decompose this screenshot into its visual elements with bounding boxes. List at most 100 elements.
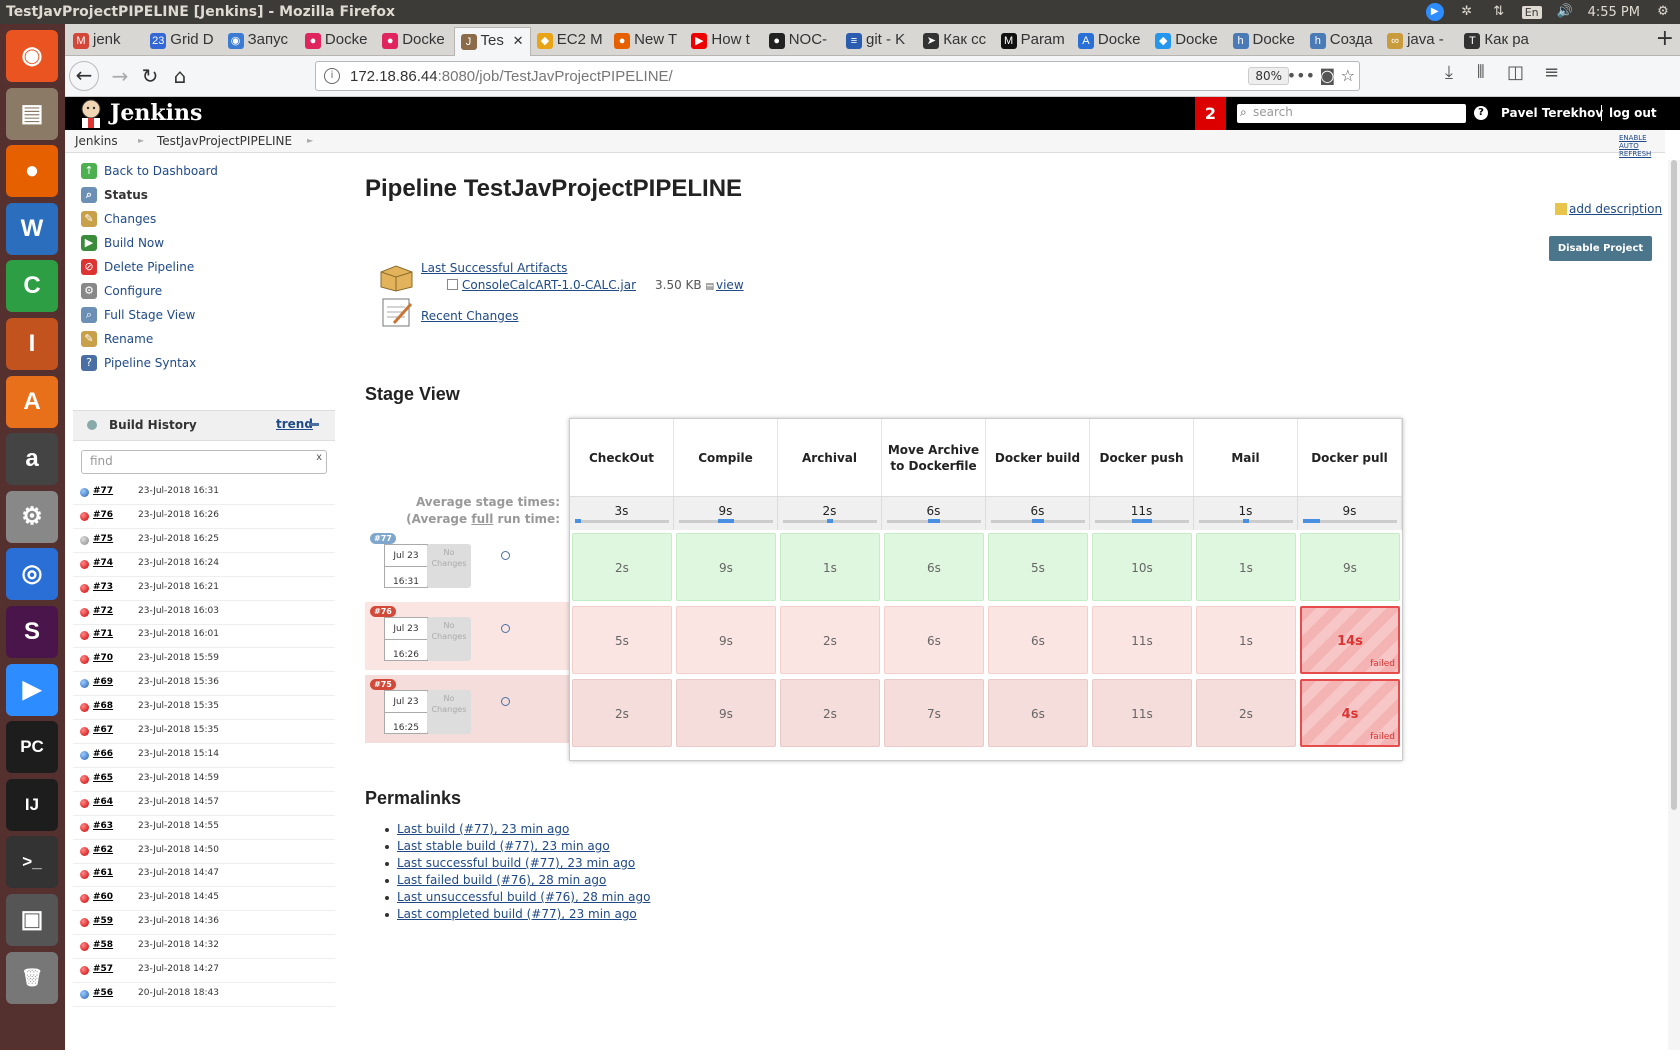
volume-icon[interactable]: 🔊 bbox=[1556, 3, 1574, 21]
build-number-link[interactable]: #68 bbox=[93, 701, 113, 711]
build-date-link[interactable]: 20-Jul-2018 18:43 bbox=[138, 988, 219, 998]
build-number-link[interactable]: #61 bbox=[93, 868, 113, 878]
breadcrumb-arrow-icon[interactable]: ► bbox=[307, 136, 313, 145]
stage-cell[interactable]: 6s bbox=[988, 679, 1088, 747]
build-number-link[interactable]: #77 bbox=[93, 486, 113, 496]
stage-cell[interactable]: 1s bbox=[780, 533, 880, 601]
build-badge[interactable]: #75 bbox=[370, 679, 396, 690]
software-center-icon[interactable]: A bbox=[6, 375, 58, 428]
build-date-link[interactable]: 23-Jul-2018 15:35 bbox=[138, 701, 219, 711]
zoom-level-indicator[interactable]: 80% bbox=[1248, 67, 1289, 85]
permalink-item[interactable]: Last build (#77), 23 min ago bbox=[385, 822, 650, 839]
ubuntu-dash-icon[interactable]: ◉ bbox=[6, 30, 58, 82]
disable-project-button[interactable]: Disable Project bbox=[1549, 236, 1652, 261]
build-number-link[interactable]: #62 bbox=[93, 845, 113, 855]
files-icon[interactable]: ▤ bbox=[6, 87, 58, 140]
url-text[interactable]: 172.18.86.44:8080/job/TestJavProjectPIPE… bbox=[350, 68, 673, 85]
terminal-icon[interactable]: >_ bbox=[6, 836, 58, 889]
breadcrumb-jenkins[interactable]: Jenkins bbox=[75, 134, 118, 148]
jenkins-brand[interactable]: Jenkins bbox=[110, 100, 202, 126]
browser-tab[interactable]: A Docke bbox=[1072, 27, 1149, 56]
new-tab-plus-icon[interactable]: + bbox=[1656, 26, 1674, 51]
hamburger-menu-icon[interactable]: ≡ bbox=[1544, 62, 1559, 83]
build-number-link[interactable]: #67 bbox=[93, 725, 113, 735]
build-history-row[interactable]: #56 20-Jul-2018 18:43 bbox=[73, 983, 335, 1007]
recent-changes-link[interactable]: Recent Changes bbox=[421, 309, 518, 323]
build-date-link[interactable]: 23-Jul-2018 14:57 bbox=[138, 797, 219, 807]
build-history-row[interactable]: #57 23-Jul-2018 14:27 bbox=[73, 959, 335, 983]
build-date-link[interactable]: 23-Jul-2018 16:25 bbox=[138, 534, 219, 544]
build-history-row[interactable]: #61 23-Jul-2018 14:47 bbox=[73, 863, 335, 888]
build-date-link[interactable]: 23-Jul-2018 16:26 bbox=[138, 510, 219, 520]
build-number-link[interactable]: #75 bbox=[93, 534, 113, 544]
build-number-link[interactable]: #76 bbox=[93, 510, 113, 520]
firefox-icon[interactable]: ● bbox=[6, 145, 58, 198]
browser-tab[interactable]: ◉ Запус bbox=[222, 27, 299, 56]
build-date-box[interactable]: Jul 23 16:26 bbox=[384, 617, 428, 661]
build-badge[interactable]: #76 bbox=[370, 606, 396, 617]
stage-cell[interactable]: 2s bbox=[780, 606, 880, 674]
calc-icon[interactable]: C bbox=[6, 260, 58, 313]
stage-cell[interactable]: 10s bbox=[1092, 533, 1192, 601]
build-history-row[interactable]: #72 23-Jul-2018 16:03 bbox=[73, 601, 335, 625]
browser-tab[interactable]: Mjenk bbox=[67, 27, 144, 56]
stage-cell[interactable]: 5s bbox=[572, 606, 672, 674]
artifact-file-link[interactable]: ConsoleCalcART-1.0-CALC.jar bbox=[447, 278, 636, 292]
browser-tab[interactable]: ● NOC- bbox=[763, 27, 840, 56]
build-toggle-icon[interactable] bbox=[501, 697, 510, 706]
slack-tray-icon[interactable]: ✲ bbox=[1458, 3, 1476, 21]
pocket-icon[interactable]: ◙ bbox=[1319, 66, 1335, 85]
build-history-row[interactable]: #66 23-Jul-2018 15:14 bbox=[73, 744, 335, 768]
build-date-box[interactable]: Jul 23 16:25 bbox=[384, 690, 428, 734]
build-date-link[interactable]: 23-Jul-2018 16:03 bbox=[138, 606, 219, 616]
build-date-link[interactable]: 23-Jul-2018 16:01 bbox=[138, 629, 219, 639]
slack-icon[interactable]: S bbox=[6, 606, 58, 658]
build-number-link[interactable]: #72 bbox=[93, 606, 113, 616]
task-status[interactable]: ⌕ Status bbox=[81, 184, 148, 206]
stage-cell[interactable]: 9s bbox=[676, 606, 776, 674]
browser-tab[interactable]: h Docke bbox=[1227, 27, 1304, 56]
downloads-icon[interactable]: ⤓ bbox=[1445, 62, 1453, 83]
permalink-item[interactable]: Last failed build (#76), 28 min ago bbox=[385, 873, 650, 890]
stage-cell[interactable]: 4s failed bbox=[1300, 679, 1400, 747]
task-rename[interactable]: ✎ Rename bbox=[81, 328, 153, 350]
home-icon[interactable]: ⌂ bbox=[165, 62, 195, 90]
artifact-view-link[interactable]: view bbox=[716, 278, 744, 292]
build-number-link[interactable]: #56 bbox=[93, 988, 113, 998]
stage-cell[interactable]: 6s bbox=[884, 533, 984, 601]
jenkins-butler-logo[interactable] bbox=[77, 98, 105, 128]
breadcrumb-job[interactable]: TestJavProjectPIPELINE bbox=[157, 134, 292, 148]
build-date-link[interactable]: 23-Jul-2018 14:32 bbox=[138, 940, 219, 950]
build-history-row[interactable]: #77 23-Jul-2018 16:31 bbox=[73, 481, 335, 505]
build-history-row[interactable]: #73 23-Jul-2018 16:21 bbox=[73, 577, 335, 601]
zoom-icon[interactable]: ▶ bbox=[6, 663, 58, 716]
browser-tab[interactable]: ➤ Как сс bbox=[917, 27, 994, 56]
pycharm-icon[interactable]: PC bbox=[6, 721, 58, 774]
task-full-stage-view[interactable]: ⌕ Full Stage View bbox=[81, 304, 195, 326]
breadcrumb-arrow-icon[interactable]: ► bbox=[138, 136, 144, 145]
task-back-to-dashboard[interactable]: ↑ Back to Dashboard bbox=[81, 160, 218, 182]
build-history-row[interactable]: #74 23-Jul-2018 16:24 bbox=[73, 553, 335, 577]
build-date-link[interactable]: 23-Jul-2018 16:24 bbox=[138, 558, 219, 568]
browser-tab[interactable]: ● New T bbox=[608, 27, 685, 56]
amazon-icon[interactable]: a bbox=[6, 433, 58, 486]
stage-cell[interactable]: 2s bbox=[1196, 679, 1296, 747]
build-date-link[interactable]: 23-Jul-2018 14:36 bbox=[138, 916, 219, 926]
last-successful-artifacts-link[interactable]: Last Successful Artifacts bbox=[421, 261, 567, 275]
build-toggle-icon[interactable] bbox=[501, 624, 510, 633]
intellij-icon[interactable]: IJ bbox=[6, 778, 58, 831]
permalink-item[interactable]: Last completed build (#77), 23 min ago bbox=[385, 907, 650, 924]
build-history-row[interactable]: #76 23-Jul-2018 16:26 bbox=[73, 505, 335, 529]
build-history-row[interactable]: #58 23-Jul-2018 14:32 bbox=[73, 935, 335, 960]
build-number-link[interactable]: #73 bbox=[93, 582, 113, 592]
browser-tab[interactable]: 23 Grid D bbox=[144, 27, 221, 56]
trend-link[interactable]: trend bbox=[276, 417, 313, 431]
build-history-row[interactable]: #69 23-Jul-2018 15:36 bbox=[73, 672, 335, 697]
build-number-link[interactable]: #63 bbox=[93, 821, 113, 831]
network-icon[interactable]: ⇅ bbox=[1490, 3, 1508, 21]
browser-tab[interactable]: ≡ git - K bbox=[840, 27, 917, 56]
browser-tab[interactable]: ▶ How t bbox=[685, 27, 762, 56]
site-info-icon[interactable]: i bbox=[324, 68, 340, 84]
build-history-row[interactable]: #63 23-Jul-2018 14:55 bbox=[73, 816, 335, 840]
avg-full-link[interactable]: full bbox=[471, 512, 493, 526]
